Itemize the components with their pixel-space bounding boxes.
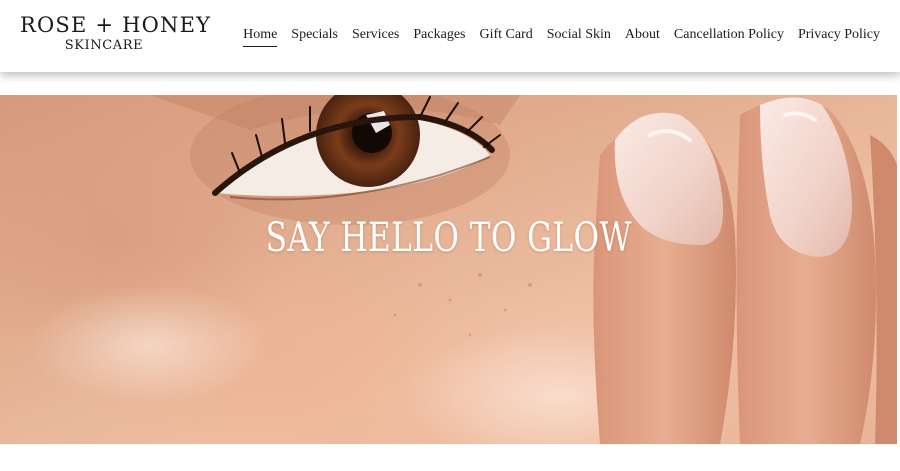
- logo-brand-name: ROSE + HONEY: [20, 13, 212, 37]
- nav-item-services[interactable]: Services: [352, 25, 399, 45]
- logo-brand-subtitle: SKINCARE: [64, 38, 144, 53]
- hero-banner: SAY HELLO TO GLOW: [0, 95, 897, 444]
- hero-image: [30, 95, 897, 444]
- nav-item-specials[interactable]: Specials: [291, 25, 338, 45]
- nav-item-cancellation-policy[interactable]: Cancellation Policy: [674, 25, 784, 45]
- freckles: [393, 273, 532, 337]
- nav-item-gift-card[interactable]: Gift Card: [479, 25, 532, 45]
- nav-item-privacy-policy[interactable]: Privacy Policy: [798, 25, 880, 45]
- logo[interactable]: ROSE + HONEY SKINCARE: [20, 12, 212, 58]
- nav-item-social-skin[interactable]: Social Skin: [547, 25, 611, 45]
- cheek-glow-2: [30, 285, 270, 405]
- hero-title: SAY HELLO TO GLOW: [0, 210, 897, 266]
- nav-item-packages[interactable]: Packages: [413, 25, 465, 45]
- nav-item-about[interactable]: About: [625, 25, 660, 45]
- main-nav: Home Specials Services Packages Gift Car…: [243, 25, 880, 47]
- hero-title-text: SAY HELLO TO GLOW: [265, 215, 632, 261]
- nav-item-home[interactable]: Home: [243, 25, 278, 47]
- site-header: ROSE + HONEY SKINCARE Home Specials Serv…: [0, 0, 900, 72]
